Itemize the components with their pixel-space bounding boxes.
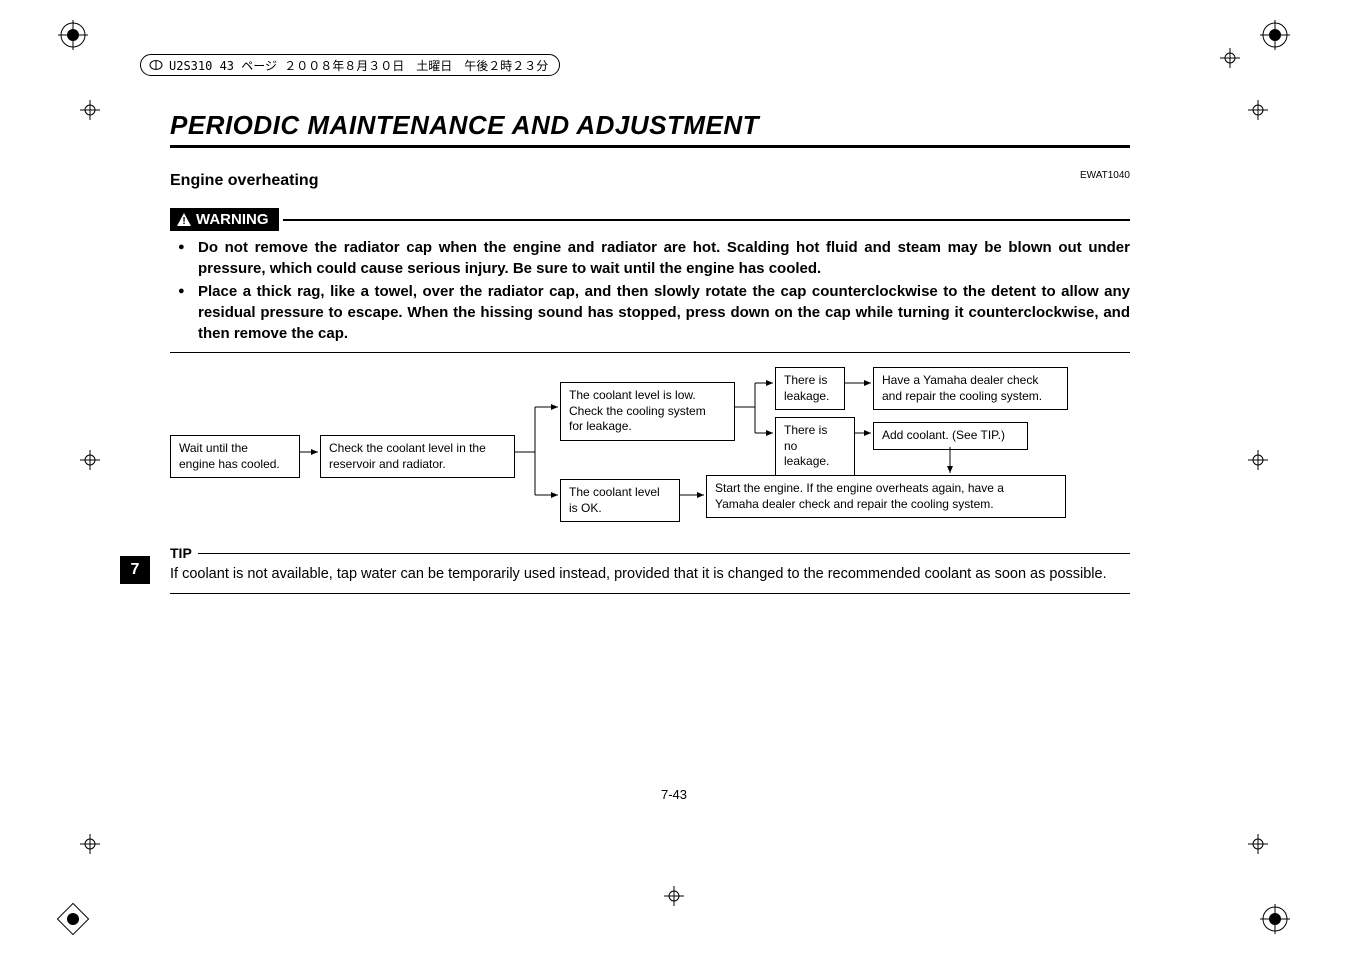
crop-mark [80, 100, 100, 120]
crop-mark [1248, 834, 1268, 854]
warning-item: Do not remove the radiator cap when the … [198, 237, 1130, 279]
section-title: Engine overheating [170, 172, 1130, 190]
warning-header: ! WARNING [170, 208, 1130, 231]
warning-bottom-rule [170, 352, 1130, 353]
warning-item: Place a thick rag, like a towel, over th… [198, 281, 1130, 344]
registration-mark-br [1260, 904, 1290, 934]
registration-mark-bl [52, 898, 94, 940]
crop-mark [80, 450, 100, 470]
tip-header: TIP [170, 545, 1130, 561]
crop-mark-bottom [664, 886, 684, 906]
registration-mark-tr [1260, 20, 1290, 50]
tip-rule [198, 553, 1130, 554]
crop-mark [1248, 450, 1268, 470]
warning-label-text: WARNING [196, 211, 269, 228]
tip-bottom-rule [170, 593, 1130, 594]
page-number: 7-43 [661, 787, 687, 802]
warning-list: Do not remove the radiator cap when the … [170, 237, 1130, 344]
tip-text: If coolant is not available, tap water c… [170, 565, 1130, 585]
svg-text:!: ! [182, 216, 185, 227]
tip-label: TIP [170, 545, 192, 561]
main-content: PERIODIC MAINTENANCE AND ADJUSTMENT Engi… [170, 110, 1130, 594]
crop-mark [1248, 100, 1268, 120]
warning-triangle-icon: ! [176, 212, 192, 228]
crop-mark [80, 834, 100, 854]
page-tab: 7 [120, 556, 150, 584]
page-header-meta: U2S310 43 ページ ２００８年８月３０日 土曜日 午後２時２３分 [140, 54, 560, 76]
crop-mark-top [1220, 48, 1240, 68]
registration-mark-tl [58, 20, 88, 50]
doc-code: EWAT1040 [1080, 170, 1130, 181]
chapter-title: PERIODIC MAINTENANCE AND ADJUSTMENT [170, 110, 1130, 148]
flowchart: Wait until the engine has cooled. Check … [170, 367, 1130, 527]
warning-rule [283, 219, 1131, 221]
flow-arrows [170, 367, 1130, 527]
warning-label: ! WARNING [170, 208, 279, 231]
book-icon [149, 58, 163, 72]
meta-header-text: U2S310 43 ページ ２００８年８月３０日 土曜日 午後２時２３分 [169, 57, 548, 74]
